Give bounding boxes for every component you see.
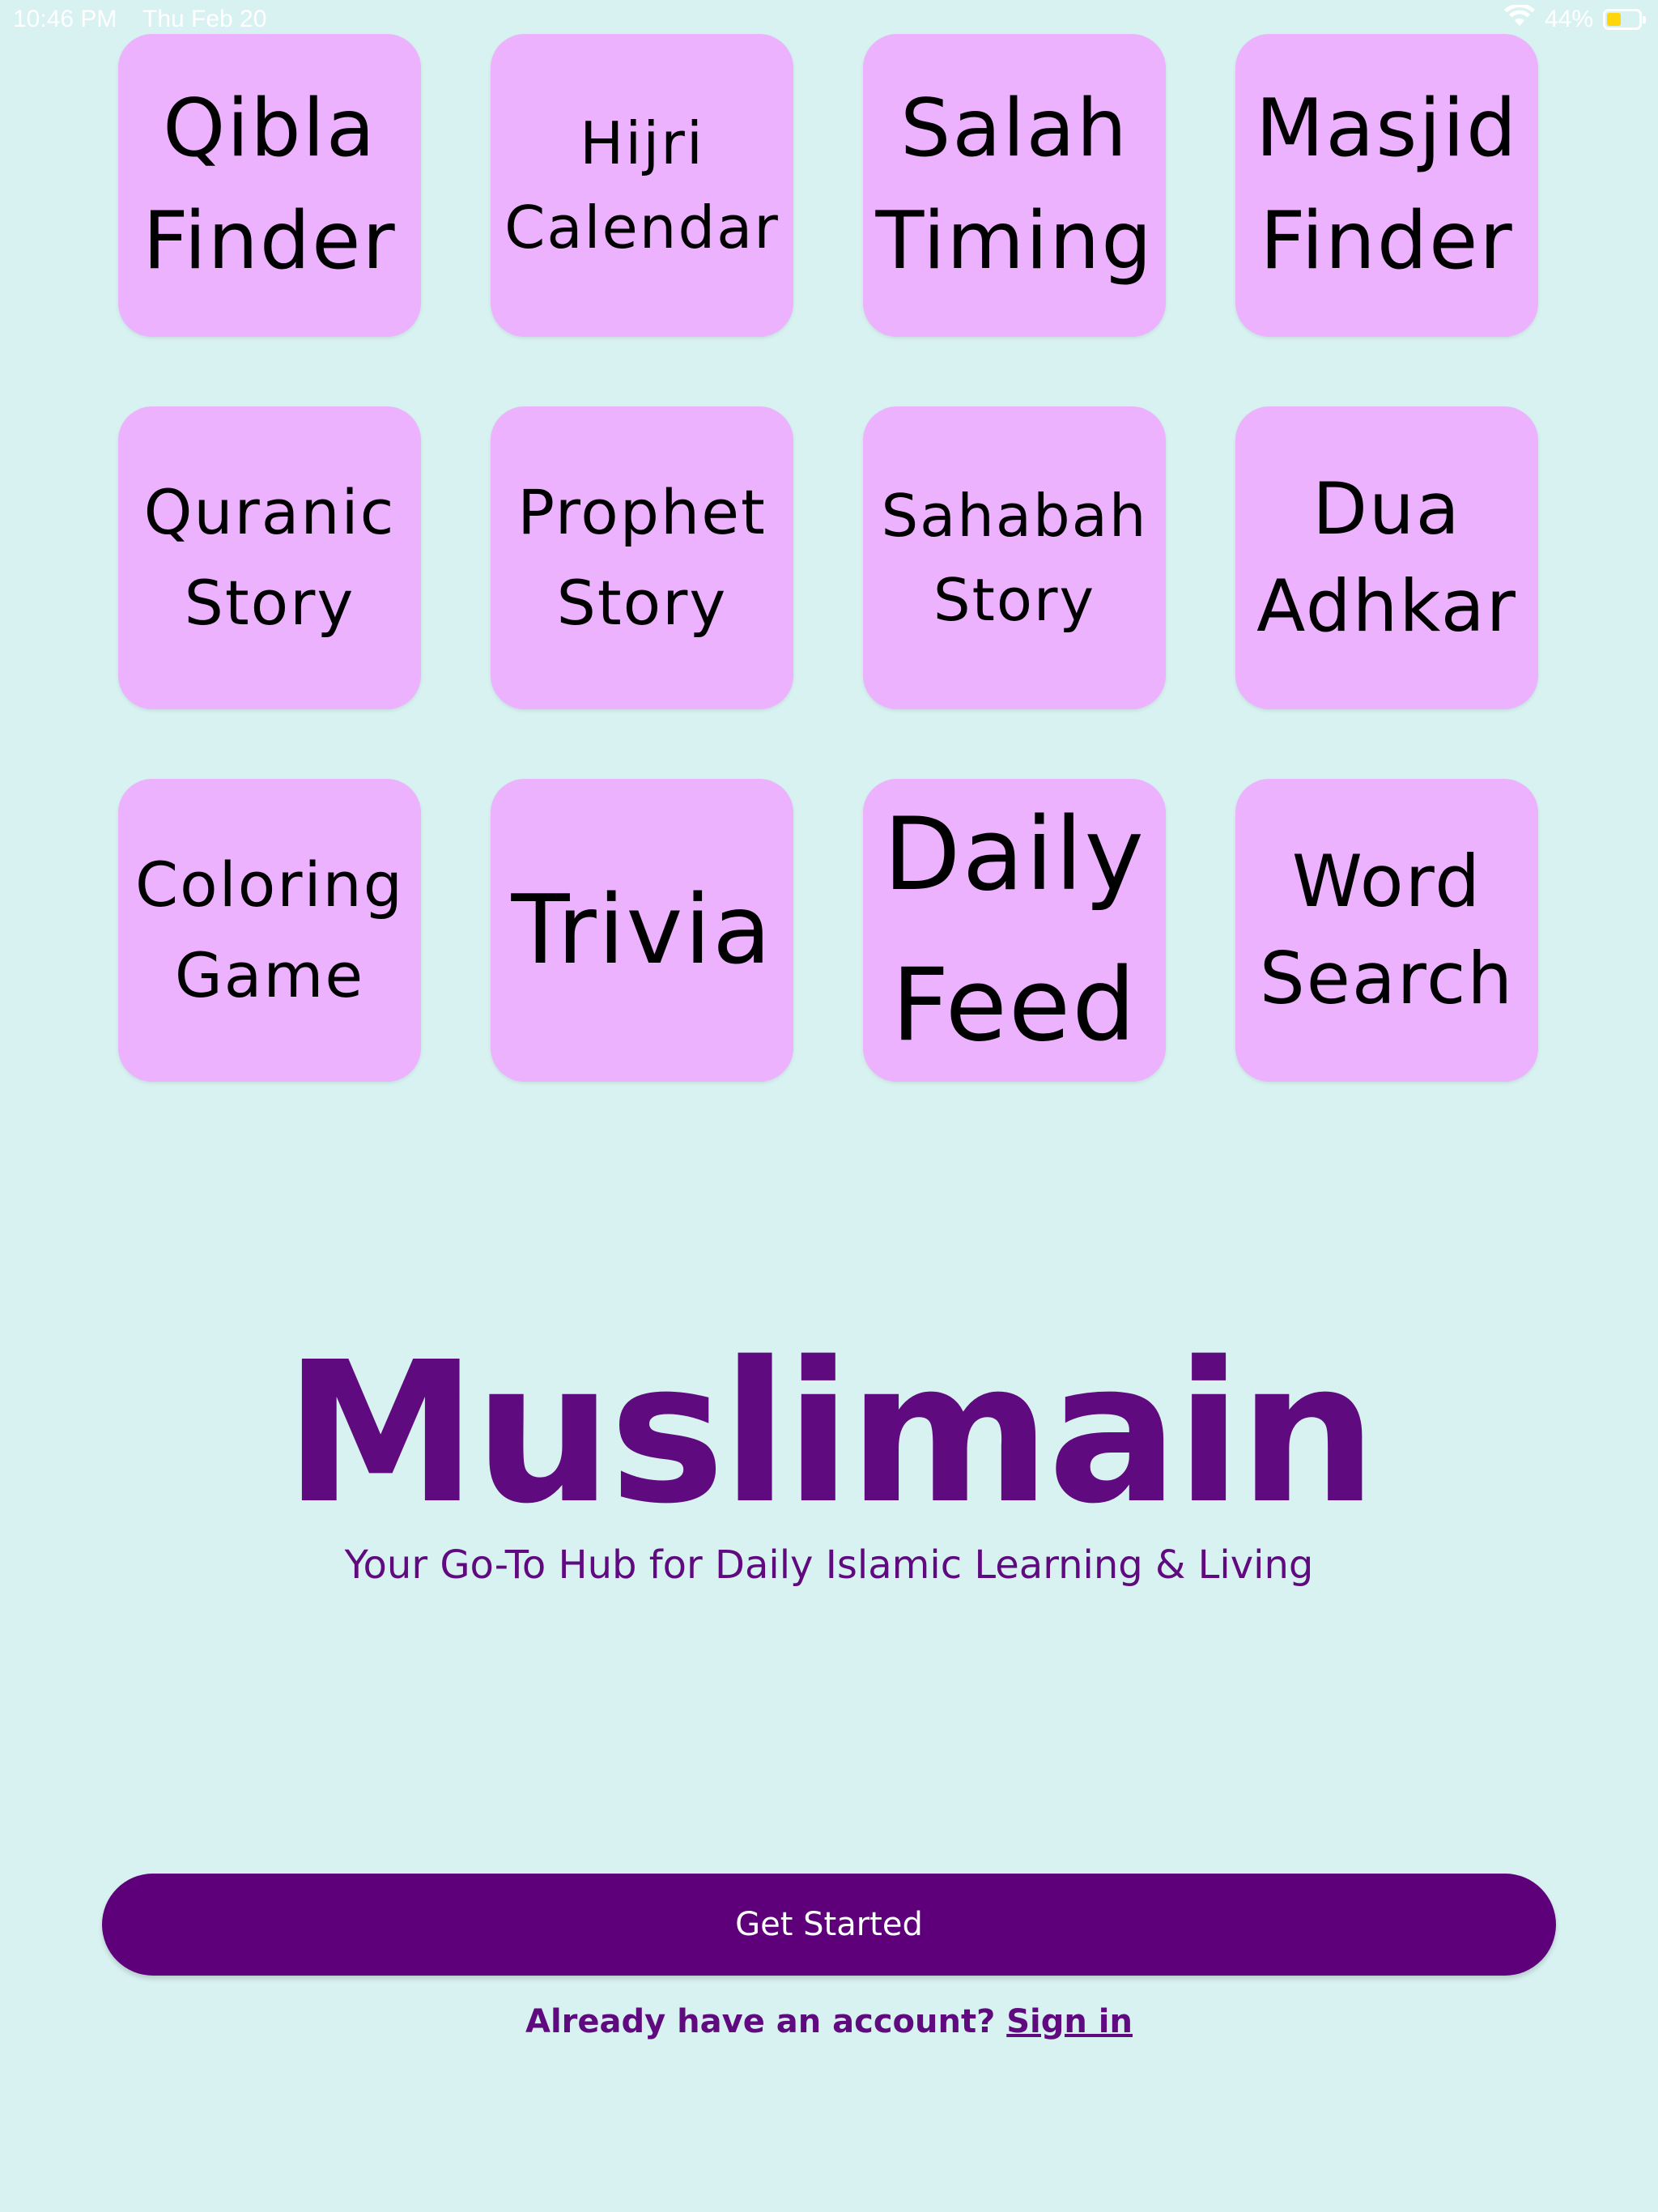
status-date: Thu Feb 20 [142,6,267,32]
tile-label: Sahabah Story [881,481,1148,634]
tile-coloring-game[interactable]: Coloring Game [118,779,421,1082]
tile-dua-adhkar[interactable]: Dua Adhkar [1235,406,1538,709]
tile-sahabah-story[interactable]: Sahabah Story [863,406,1166,709]
app-tagline: Your Go-To Hub for Daily Islamic Learnin… [344,1542,1314,1588]
tile-label: Daily Feed [883,797,1146,1064]
battery-level-fill [1607,13,1621,26]
battery-percent: 44% [1544,6,1593,32]
feature-grid: Qibla Finder Hijri Calendar Salah Timing… [118,34,1538,1082]
battery-icon [1603,9,1646,30]
tile-label: Trivia [511,874,773,986]
signin-row: Already have an account? Sign in [0,2003,1658,2040]
tile-label: Quranic Story [143,475,396,639]
tile-hijri-calendar[interactable]: Hijri Calendar [491,34,793,337]
status-indicators: 44% [1503,3,1646,34]
tile-prophet-story[interactable]: Prophet Story [491,406,793,709]
sign-in-link[interactable]: Sign in [1006,2003,1133,2040]
tile-label: Coloring Game [135,848,404,1011]
tile-label: Dua Adhkar [1256,467,1517,648]
tile-qibla-finder[interactable]: Qibla Finder [118,34,421,337]
tile-label: Word Search [1259,840,1515,1020]
tile-trivia[interactable]: Trivia [491,779,793,1082]
wifi-icon [1503,3,1535,34]
app-title: Muslimain [283,1320,1377,1546]
signin-prompt: Already have an account? [525,2003,996,2040]
tile-label: Qibla Finder [142,82,397,287]
get-started-button[interactable]: Get Started [102,1874,1556,1976]
tile-label: Masjid Finder [1255,82,1519,287]
tile-masjid-finder[interactable]: Masjid Finder [1235,34,1538,337]
tile-label: Salah Timing [875,82,1154,287]
tile-quranic-story[interactable]: Quranic Story [118,406,421,709]
tile-word-search[interactable]: Word Search [1235,779,1538,1082]
tile-salah-timing[interactable]: Salah Timing [863,34,1166,337]
status-time: 10:46 PM [13,6,117,32]
tile-label: Prophet Story [517,475,767,639]
tile-daily-feed[interactable]: Daily Feed [863,779,1166,1082]
tile-label: Hijri Calendar [504,108,780,262]
